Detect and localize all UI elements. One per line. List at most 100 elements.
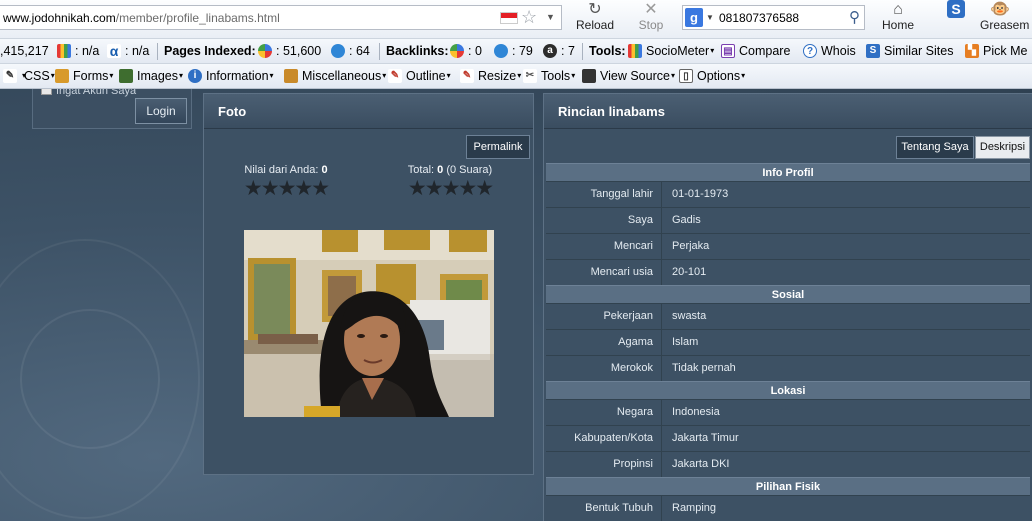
google-icon[interactable]: g	[685, 8, 703, 27]
google-backlinks[interactable]: : 0	[450, 43, 482, 59]
google-indexed[interactable]: : 51,600	[258, 43, 321, 59]
foto-panel: Foto Permalink Nilai dari Anda: 0 ★★★★★ …	[203, 93, 534, 475]
compare-button[interactable]: ▤ Compare	[721, 43, 790, 59]
url-history-dropdown-icon[interactable]: ▼	[546, 12, 555, 22]
my-rating-text: Nilai dari Anda: 0	[236, 164, 336, 176]
detail-panel: Rincian linabams Tentang Saya Deskripsi …	[543, 93, 1032, 521]
address-bar[interactable]: www.jodohnikah.com/member/profile_linaba…	[0, 5, 562, 30]
row-value: Perjaka	[661, 234, 1030, 259]
images-label: Images	[137, 69, 178, 83]
table-row: Negara Indonesia	[546, 399, 1030, 425]
tab-deskripsi[interactable]: Deskripsi	[975, 136, 1030, 159]
home-icon: ⌂	[893, 1, 903, 18]
sociometer-button[interactable]: SocioMeter ▾	[628, 43, 714, 59]
alexa-value: : n/a	[125, 44, 150, 58]
home-label: Home	[881, 18, 914, 32]
forms-label: Forms	[73, 69, 109, 83]
web-developer-toolbar: ✎ ▾ CSS ▾ Forms ▾ Images ▾ i Information ▾ Mis…	[0, 63, 1032, 89]
toolbar-separator	[379, 43, 380, 60]
total-votes: (0 Suara)	[446, 164, 493, 176]
bing-icon	[331, 44, 345, 58]
total-rating: Total: 0 (0 Suara) ★★★★★	[400, 164, 500, 200]
images-menu[interactable]: Images ▾	[119, 68, 183, 84]
tab-tentang-saya[interactable]: Tentang Saya	[896, 136, 974, 159]
table-row: Kabupaten/Kota Jakarta Timur	[546, 425, 1030, 451]
compare-label: Compare	[739, 44, 791, 58]
bing-backlinks[interactable]: : 79	[494, 43, 533, 59]
outline-label: Outline	[406, 69, 446, 83]
moz-value: : n/a	[75, 44, 100, 58]
similar-sites-icon: S	[866, 44, 880, 58]
search-icon[interactable]: ⚲	[849, 8, 860, 26]
my-rating-stars[interactable]: ★★★★★	[236, 178, 336, 200]
home-button[interactable]: ⌂ Home	[875, 0, 921, 38]
chevron-down-icon: ▾	[670, 71, 675, 80]
whois-button[interactable]: ? Whois	[803, 43, 856, 59]
total-rating-stars: ★★★★★	[407, 177, 494, 200]
page-content: Ingat Akun Saya Login Foto Permalink Nil…	[0, 89, 1032, 521]
permalink-button[interactable]: Permalink	[466, 135, 530, 159]
profile-photo[interactable]	[244, 230, 494, 417]
row-label: Mencari usia	[590, 266, 653, 278]
backlinks-label: Backlinks:	[386, 43, 449, 59]
row-label: Propinsi	[613, 458, 653, 470]
outline-menu[interactable]: ✎ Outline ▾	[388, 68, 451, 84]
similar-sites-button[interactable]: S Similar Sites	[866, 43, 953, 59]
options-menu[interactable]: ▯ Options ▾	[679, 68, 745, 84]
search-input[interactable]: 081807376588	[719, 11, 799, 25]
my-rating-label: Nilai dari Anda:	[244, 164, 319, 176]
chevron-down-icon: ▾	[269, 71, 274, 80]
greasemonkey-button[interactable]: 🐵 Greasem	[980, 0, 1032, 38]
bookmark-star-icon[interactable]: ☆	[521, 7, 537, 27]
total-rating-text: Total: 0 (0 Suara)	[400, 164, 500, 176]
my-rating-value: 0	[321, 164, 328, 176]
reload-button[interactable]: ↻ Reload	[573, 0, 617, 38]
pagerank-value[interactable]: ,415,217	[0, 43, 49, 59]
login-button[interactable]: Login	[135, 98, 187, 124]
miscellaneous-icon	[284, 69, 298, 83]
remember-me[interactable]: Ingat Akun Saya	[41, 89, 136, 97]
decorative-swirl	[20, 309, 160, 449]
compare-icon: ▤	[721, 44, 735, 58]
chevron-down-icon: ▾	[446, 71, 451, 80]
sociometer-label: SocioMeter	[646, 44, 710, 58]
stop-button[interactable]: ✕ Stop	[632, 0, 670, 38]
css-menu[interactable]: CSS ▾	[24, 68, 55, 84]
foto-title: Foto	[204, 94, 533, 129]
sitegraph-button[interactable]: S	[944, 0, 968, 38]
pick-me-button[interactable]: ▚ Pick Me	[965, 43, 1027, 59]
resize-menu[interactable]: ✎ Resize ▾	[460, 68, 521, 84]
toolbar-separator	[582, 43, 583, 60]
bing-icon	[494, 44, 508, 58]
information-icon: i	[188, 69, 202, 83]
seo-toolbar: ,415,217 : n/a α: n/a Pages Indexed: : 5…	[0, 38, 1032, 63]
search-engine-dropdown-icon[interactable]: ▼	[706, 13, 714, 22]
total-value: 0	[437, 164, 444, 176]
moz-rank[interactable]: : n/a	[57, 43, 99, 59]
google-indexed-value: : 51,600	[276, 44, 322, 58]
profile-photo-image	[244, 230, 494, 417]
chevron-down-icon: ▾	[571, 71, 576, 80]
view-source-icon	[582, 69, 596, 83]
view-source-menu[interactable]: View Source ▾	[582, 68, 675, 84]
similar-sites-label: Similar Sites	[884, 44, 954, 58]
login-panel: Ingat Akun Saya Login	[32, 89, 192, 129]
remember-checkbox[interactable]	[41, 89, 52, 95]
disable-button[interactable]: ✎ ▾	[3, 68, 26, 84]
alexa-rank[interactable]: α: n/a	[107, 43, 149, 59]
remember-label: Ingat Akun Saya	[56, 89, 137, 97]
row-value: Jakarta DKI	[661, 452, 1030, 477]
information-menu[interactable]: i Information ▾	[188, 68, 274, 84]
alexa-icon: a	[543, 44, 557, 58]
tools-menu[interactable]: ✂ Tools ▾	[523, 68, 575, 84]
search-box[interactable]: g ▼ 081807376588 ⚲	[682, 5, 865, 30]
forms-menu[interactable]: Forms ▾	[55, 68, 113, 84]
row-label: Bentuk Tubuh	[585, 502, 653, 514]
pages-indexed-label: Pages Indexed:	[164, 43, 256, 59]
bing-indexed[interactable]: : 64	[331, 43, 370, 59]
greasemonkey-icon: 🐵	[990, 1, 1010, 18]
alexa-backlinks[interactable]: a: 7	[543, 43, 575, 59]
reload-label: Reload	[575, 18, 615, 32]
miscellaneous-menu[interactable]: Miscellaneous ▾	[284, 68, 386, 84]
row-label: Mencari	[613, 240, 653, 252]
